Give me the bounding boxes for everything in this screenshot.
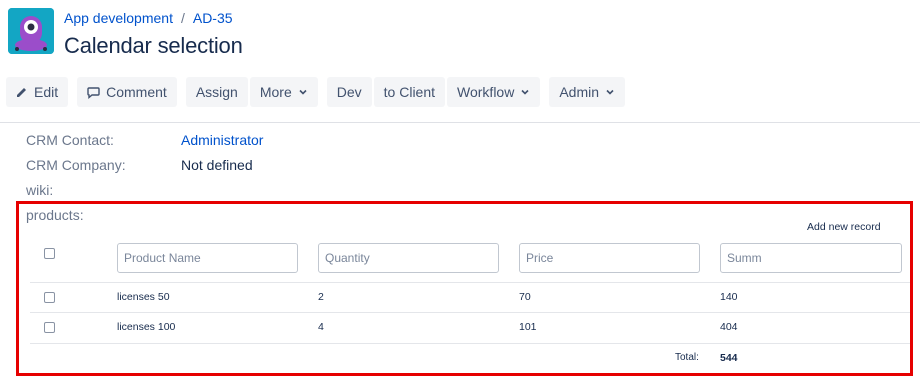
table-cell-quantity: 2	[318, 291, 324, 303]
page-title: Calendar selection	[64, 33, 243, 58]
to-client-button-label: to Client	[383, 84, 436, 100]
comment-icon	[87, 86, 100, 99]
issue-toolbar: Edit Comment Assign More Dev to Client W…	[6, 77, 626, 107]
table-cell-product-name: licenses 50	[117, 291, 170, 303]
table-cell-quantity: 4	[318, 321, 324, 333]
toolbar-divider	[0, 122, 920, 123]
crm-company-value: Not defined	[181, 157, 253, 173]
more-dropdown-button[interactable]: More	[249, 77, 318, 107]
total-label: Total:	[675, 352, 699, 363]
row-checkbox[interactable]	[44, 322, 55, 333]
price-input[interactable]: Price	[519, 243, 700, 273]
assign-button-label: Assign	[195, 84, 238, 100]
table-cell-price: 70	[519, 291, 531, 303]
comment-button-label: Comment	[106, 84, 167, 100]
to-client-button[interactable]: to Client	[373, 77, 446, 107]
table-cell-product-name: licenses 100	[117, 321, 176, 333]
admin-dropdown-button[interactable]: Admin	[549, 77, 626, 107]
table-row-divider	[30, 343, 910, 344]
breadcrumb: App development / AD-35	[64, 10, 233, 26]
table-cell-summ: 404	[720, 321, 738, 333]
project-avatar[interactable]	[8, 8, 54, 54]
summ-input[interactable]: Summ	[720, 243, 902, 273]
crm-contact-label: CRM Contact:	[26, 132, 114, 148]
product-name-input[interactable]: Product Name	[117, 243, 298, 273]
admin-button-label: Admin	[559, 84, 600, 100]
products-highlight-box	[16, 201, 913, 376]
chevron-down-icon	[606, 89, 614, 95]
dev-button[interactable]: Dev	[326, 77, 372, 107]
row-checkbox[interactable]	[44, 292, 55, 303]
breadcrumb-separator: /	[180, 10, 185, 26]
quantity-input[interactable]: Quantity	[318, 243, 499, 273]
edit-button[interactable]: Edit	[6, 77, 69, 107]
chevron-down-icon	[521, 89, 529, 95]
table-header-divider	[30, 282, 910, 283]
crm-company-label: CRM Company:	[26, 157, 126, 173]
assign-button[interactable]: Assign	[185, 77, 248, 107]
assign-more-group: Assign More	[185, 77, 318, 107]
workflow-group: Dev to Client Workflow	[326, 77, 541, 107]
workflow-dropdown-button[interactable]: Workflow	[447, 77, 541, 107]
crm-contact-value[interactable]: Administrator	[181, 132, 263, 148]
table-cell-summ: 140	[720, 291, 738, 303]
comment-button[interactable]: Comment	[77, 77, 177, 107]
more-button-label: More	[259, 84, 292, 100]
add-new-record-link[interactable]: Add new record	[807, 221, 881, 233]
alien-icon	[8, 8, 54, 54]
total-value: 544	[720, 352, 738, 364]
breadcrumb-project-link[interactable]: App development	[64, 10, 173, 26]
table-row-divider	[30, 312, 910, 313]
dev-button-label: Dev	[336, 84, 362, 100]
pencil-icon	[17, 88, 26, 97]
chevron-down-icon	[299, 89, 307, 95]
select-all-checkbox[interactable]	[44, 248, 55, 259]
workflow-button-label: Workflow	[457, 84, 515, 100]
table-cell-price: 101	[519, 321, 537, 333]
wiki-label: wiki:	[26, 182, 54, 198]
breadcrumb-issue-link[interactable]: AD-35	[193, 10, 233, 26]
products-label: products:	[26, 207, 84, 223]
edit-button-label: Edit	[34, 84, 59, 100]
